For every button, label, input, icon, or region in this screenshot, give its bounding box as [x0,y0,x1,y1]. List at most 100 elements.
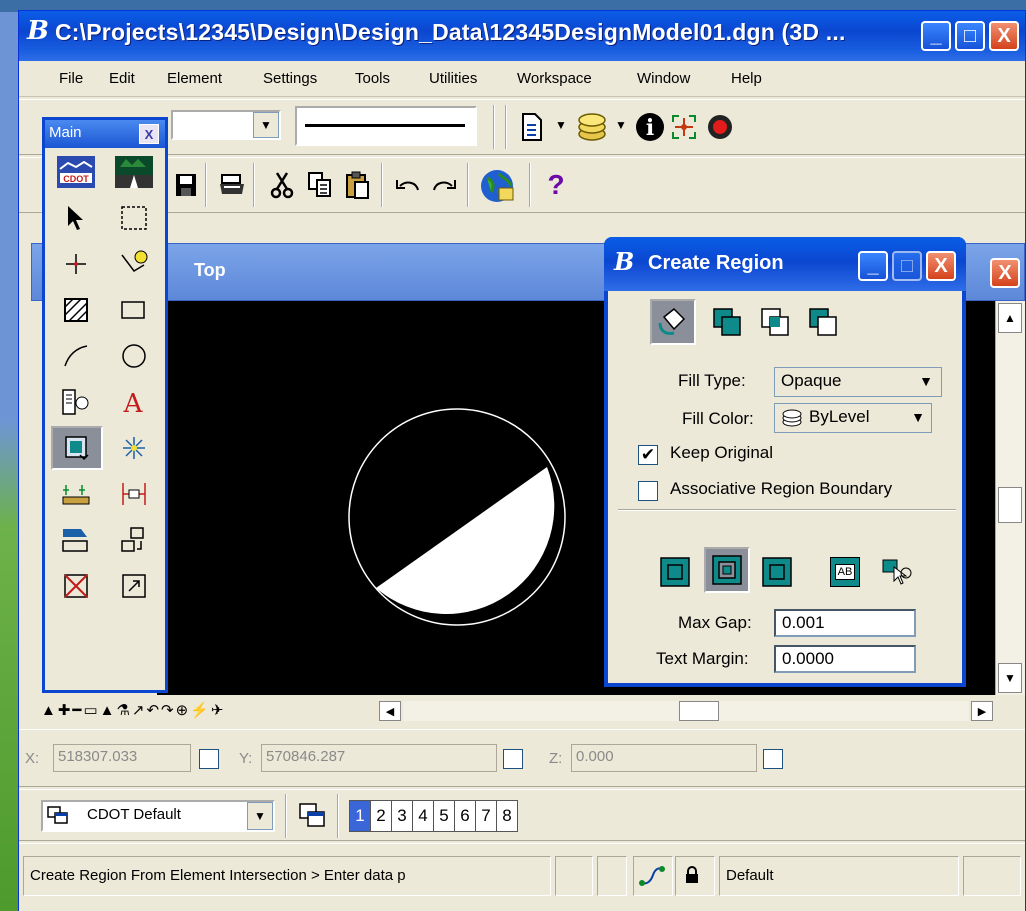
flood-method-button[interactable] [650,299,696,345]
view-7-button[interactable]: 7 [475,800,497,832]
x-coordinate-field[interactable]: 518307.033 [53,744,191,772]
menu-edit[interactable]: Edit [109,70,135,87]
create-region-tool-icon[interactable] [51,426,103,470]
element-selection-icon[interactable] [49,196,103,240]
chevron-down-icon[interactable]: ▼ [247,802,273,830]
view-close-button[interactable]: X [990,258,1020,288]
cdot-icon[interactable]: CDOT [49,150,103,194]
drop-element-icon[interactable] [107,426,161,470]
title-bar[interactable]: B C:\Projects\12345\Design\Design_Data\1… [19,11,1025,61]
place-circle-icon[interactable] [107,334,161,378]
keep-original-checkbox[interactable]: ✔ [638,445,658,465]
difference-method-button[interactable] [800,299,846,345]
max-gap-input[interactable]: 0.001 [774,609,916,637]
fill-color-select[interactable]: ByLevel ▼ [774,403,932,433]
x-lock-checkbox[interactable] [199,749,219,769]
text-icon[interactable]: A [107,380,161,424]
scroll-left-icon[interactable]: ◀ [379,701,401,721]
dialog-minimize-button[interactable]: _ [858,251,888,281]
menu-settings[interactable]: Settings [263,70,317,87]
fence-icon[interactable] [107,196,161,240]
text-margin-input[interactable]: 0.0000 [774,645,916,673]
view-1-button[interactable]: 1 [349,800,371,832]
menu-workspace[interactable]: Workspace [517,70,592,87]
view-5-button[interactable]: 5 [433,800,455,832]
dropdown-arrow-icon[interactable]: ▼ [555,118,567,132]
patterning-icon[interactable] [49,288,103,332]
view-3-button[interactable]: 3 [391,800,413,832]
z-coordinate-field[interactable]: 0.000 [571,744,757,772]
horizontal-scroll-thumb[interactable] [679,701,719,721]
flood-alternating-button[interactable] [704,547,750,593]
place-block-icon[interactable] [107,288,161,332]
help-icon[interactable]: ? [539,168,573,202]
z-lock-checkbox[interactable] [763,749,783,769]
paste-icon[interactable] [341,168,375,202]
dimension-icon[interactable] [107,472,161,516]
menu-window[interactable]: Window [637,70,690,87]
minimize-button[interactable]: _ [921,21,951,51]
scroll-up-icon[interactable]: ▲ [998,303,1022,333]
copy-element-icon[interactable] [107,518,161,562]
workspace-combo[interactable]: CDOT Default ▼ [41,800,275,832]
view-control-icons[interactable]: ▲✚━▭▲⚗↗↶↷⊕⚡✈ [41,701,225,719]
info-icon[interactable]: i [633,110,667,144]
palette-close-button[interactable]: X [139,124,159,144]
accudraw-icon[interactable] [667,110,701,144]
save-icon[interactable] [169,168,203,202]
undo-icon[interactable] [391,168,425,202]
locate-interior-button[interactable] [874,549,920,595]
union-method-button[interactable] [704,299,750,345]
menu-element[interactable]: Element [167,70,222,87]
modify-element-icon[interactable] [49,518,103,562]
menu-utilities[interactable]: Utilities [429,70,477,87]
cut-icon[interactable] [265,168,299,202]
print-icon[interactable] [215,168,249,202]
intersection-method-button[interactable] [752,299,798,345]
levels-icon[interactable] [575,110,609,144]
snap-mode-icon[interactable] [633,856,673,896]
measure-icon[interactable] [49,472,103,516]
close-button[interactable]: X [989,21,1019,51]
view-2-button[interactable]: 2 [370,800,392,832]
menu-tools[interactable]: Tools [355,70,390,87]
scroll-right-icon[interactable]: ▶ [971,701,993,721]
scroll-down-icon[interactable]: ▼ [998,663,1022,693]
view-8-button[interactable]: 8 [496,800,518,832]
place-point-icon[interactable] [49,242,103,286]
maximize-button[interactable]: □ [955,21,985,51]
cells-icon[interactable] [49,380,103,424]
menu-help[interactable]: Help [731,70,762,87]
level-combo[interactable]: ▼ [171,110,281,140]
line-style-picker[interactable] [295,106,477,146]
window-cascade-icon[interactable] [295,798,329,832]
view-6-button[interactable]: 6 [454,800,476,832]
vertical-scroll-thumb[interactable] [998,487,1022,523]
record-icon[interactable] [703,110,737,144]
lock-icon[interactable] [675,856,715,896]
associative-region-checkbox[interactable] [638,481,658,501]
place-smartline-icon[interactable] [107,242,161,286]
new-file-icon[interactable] [515,110,549,144]
flood-all-button[interactable] [754,549,800,595]
copy-icon[interactable] [303,168,337,202]
fill-type-select[interactable]: Opaque ▼ [774,367,942,397]
redo-icon[interactable] [427,168,461,202]
delete-element-icon[interactable] [49,564,103,608]
view-4-button[interactable]: 4 [412,800,434,832]
dialog-title-bar[interactable]: B Create Region _ □ X [604,237,966,291]
place-arc-icon[interactable] [49,334,103,378]
flood-none-button[interactable] [652,549,698,595]
road-icon[interactable] [107,150,161,194]
view-horizontal-scrollbar[interactable] [403,701,969,721]
y-lock-checkbox[interactable] [503,749,523,769]
y-coordinate-field[interactable]: 570846.287 [261,744,497,772]
dropdown-arrow-icon[interactable]: ▼ [615,118,627,132]
palette-title-bar[interactable]: Main X [45,120,165,148]
dialog-close-button[interactable]: X [926,251,956,281]
chevron-down-icon[interactable]: ▼ [253,112,279,138]
scale-element-icon[interactable] [107,564,161,608]
text-region-button[interactable]: AB [822,549,868,595]
menu-file[interactable]: File [59,70,83,87]
globe-icon[interactable] [477,166,517,206]
